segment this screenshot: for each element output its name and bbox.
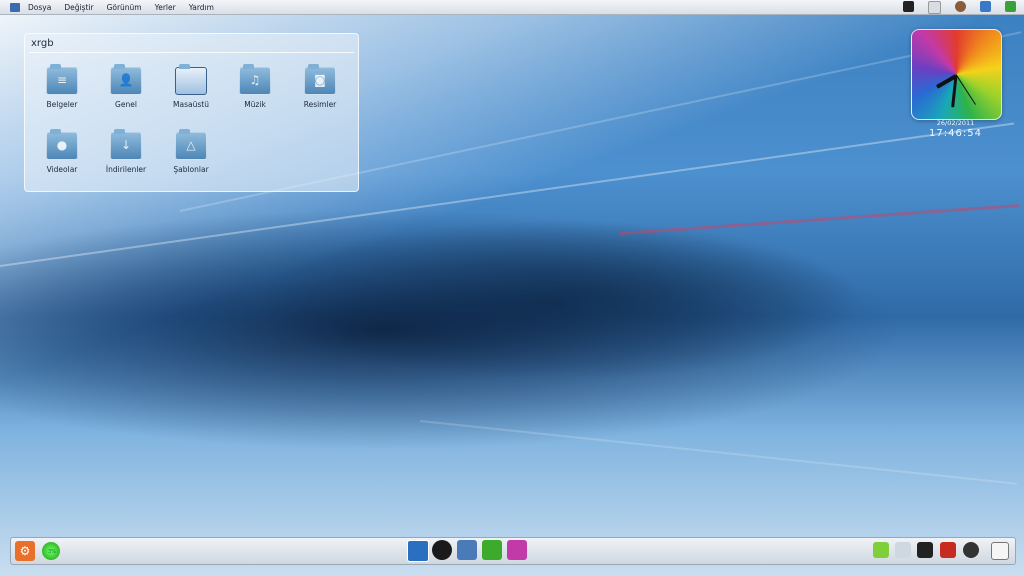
folder-masaustu[interactable]: Masaüstü xyxy=(159,64,223,109)
folder-label: İndirilenler xyxy=(105,165,147,174)
folder-label: Resimler xyxy=(303,100,337,109)
folder-label: Müzik xyxy=(244,100,266,109)
window-switcher-icon[interactable] xyxy=(457,540,477,560)
folder-sablonlar[interactable]: △ Şablonlar xyxy=(159,129,223,174)
system-monitor-icon[interactable] xyxy=(1005,1,1016,12)
folder-label: Masaüstü xyxy=(173,100,209,109)
network-settings-icon[interactable] xyxy=(928,1,941,14)
folder-label: Şablonlar xyxy=(173,165,209,174)
pidgin-icon[interactable] xyxy=(980,1,991,12)
folder-belgeler[interactable]: ≡ Belgeler xyxy=(30,64,94,109)
clock-date: 26/02/2011 xyxy=(936,119,975,127)
clock-second-hand xyxy=(955,74,977,105)
downloads-folder-icon: ↓ xyxy=(110,129,142,160)
analog-clock-widget[interactable] xyxy=(911,29,1002,120)
folder-muzik[interactable]: ♫ Müzik xyxy=(223,64,287,109)
volume-icon[interactable] xyxy=(963,542,979,558)
folder-genel[interactable]: 👤 Genel xyxy=(94,64,158,109)
folder-indirilenler[interactable]: ↓ İndirilenler xyxy=(94,129,158,174)
graphics-app-icon[interactable] xyxy=(507,540,527,560)
shutdown-icon[interactable] xyxy=(940,542,956,558)
terminal-icon[interactable] xyxy=(903,1,914,12)
bottom-panel: ⚙ 3% xyxy=(10,537,1016,565)
menu-view[interactable]: Görünüm xyxy=(107,3,142,12)
application-menu-icon[interactable] xyxy=(10,2,20,12)
menu-places[interactable]: Yerler xyxy=(155,3,176,12)
folder-label: Belgeler xyxy=(46,100,78,109)
templates-folder-icon: △ xyxy=(175,129,207,160)
folder-label: Videolar xyxy=(46,165,78,174)
system-update-icon[interactable] xyxy=(482,540,502,560)
chromium-icon[interactable] xyxy=(407,540,429,562)
bluetooth-icon[interactable] xyxy=(895,542,911,558)
menu-help[interactable]: Yardım xyxy=(189,3,214,12)
folder-widget-title: xrgb xyxy=(31,38,54,49)
desktop-folder-icon xyxy=(175,64,207,95)
battery-icon[interactable] xyxy=(873,542,889,558)
power-icon[interactable] xyxy=(991,542,1009,560)
folder-label: Genel xyxy=(115,100,137,109)
folder-widget-divider xyxy=(29,52,354,53)
videos-folder-icon: ● xyxy=(46,129,78,160)
documents-folder-icon: ≡ xyxy=(46,64,78,95)
music-folder-icon: ♫ xyxy=(239,64,271,95)
wallpaper-streak xyxy=(419,420,1017,485)
public-folder-icon: 👤 xyxy=(110,64,142,95)
pictures-folder-icon: ◙ xyxy=(304,64,336,95)
cpu-usage-label: 3% xyxy=(48,549,56,555)
menu-edit[interactable]: Değiştir xyxy=(64,3,93,12)
top-panel: Dosya Değiştir Görünüm Yerler Yardım xyxy=(0,0,1024,15)
clock-time: 17:46:54 xyxy=(929,128,982,139)
ubuntu-launcher-icon[interactable]: ⚙ xyxy=(15,541,35,561)
top-tray xyxy=(903,1,1016,14)
folder-view-widget: xrgb ≡ Belgeler 👤 Genel Masaüstü ♫ Müzik… xyxy=(24,33,359,192)
menu-file[interactable]: Dosya xyxy=(28,3,51,12)
amarok-icon[interactable] xyxy=(432,540,452,560)
media-icon[interactable] xyxy=(955,1,966,12)
wifi-icon[interactable] xyxy=(917,542,933,558)
folder-videolar[interactable]: ● Videolar xyxy=(30,129,94,174)
wallpaper-streak xyxy=(619,204,1020,235)
folder-resimler[interactable]: ◙ Resimler xyxy=(288,64,352,109)
